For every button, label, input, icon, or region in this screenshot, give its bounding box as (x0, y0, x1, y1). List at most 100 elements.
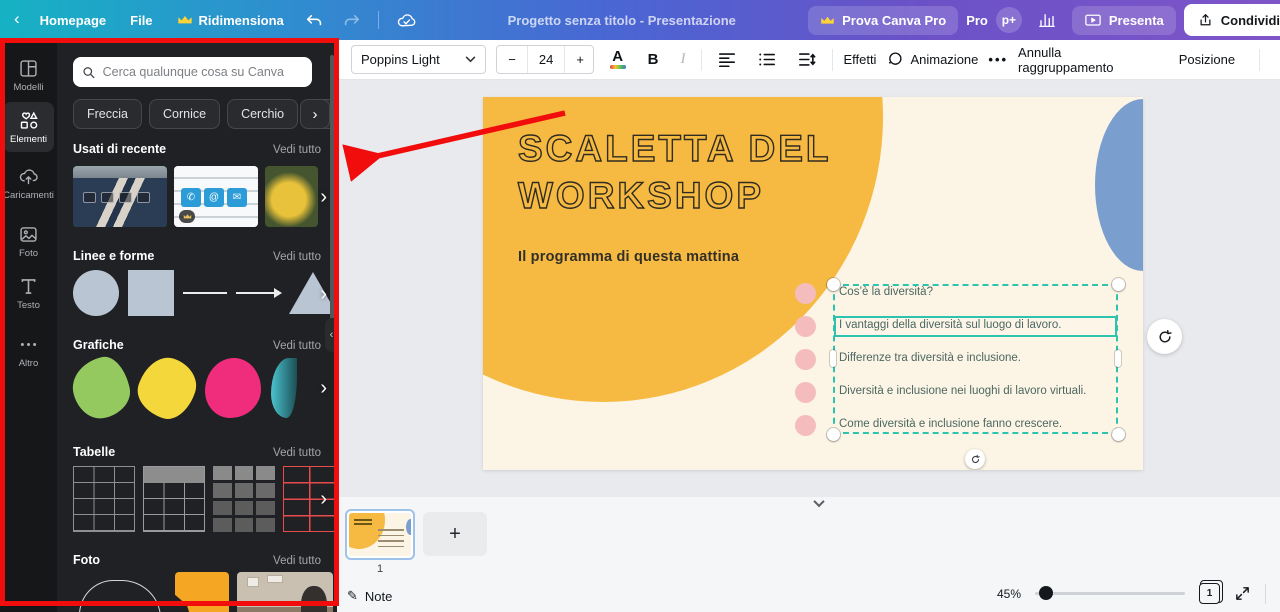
graphic-blob-green[interactable] (67, 353, 134, 423)
chips-next-button[interactable]: › (300, 99, 330, 129)
bullet-dot[interactable] (795, 415, 816, 436)
sidebar-item-altro[interactable]: Altro (3, 326, 54, 376)
font-size-decrease[interactable]: − (497, 46, 527, 73)
chip-cerchio[interactable]: Cerchio (227, 99, 298, 129)
text-color-button[interactable]: A (604, 46, 632, 73)
redo-button[interactable] (335, 6, 368, 35)
see-all-link[interactable]: Vedi tutto (273, 555, 321, 567)
table-red[interactable] (283, 466, 337, 532)
graphics-next-arrow[interactable]: › (320, 377, 327, 400)
see-all-link[interactable]: Vedi tutto (273, 144, 321, 156)
search-chips: Freccia Cornice Cerchio Pasqua (73, 99, 337, 129)
selection-handle-ne[interactable] (1112, 278, 1125, 291)
bullet-dot[interactable] (795, 316, 816, 337)
selection-handle-se[interactable] (1112, 428, 1125, 441)
rail-label: Elementi (10, 134, 47, 145)
recent-next-arrow[interactable]: › (320, 186, 327, 209)
shapes-next-arrow[interactable]: › (320, 283, 327, 306)
table-filled[interactable] (213, 466, 275, 532)
file-menu[interactable]: File (120, 7, 162, 34)
recent-thumb-person[interactable] (265, 166, 318, 227)
panel-scrollbar[interactable] (330, 55, 334, 331)
slide-title-line1: SCALETTA DEL (518, 125, 831, 172)
bullet-dot[interactable] (795, 382, 816, 403)
position-button[interactable]: Posizione (1179, 52, 1235, 67)
zoom-controls: 45% 1 (997, 583, 1266, 604)
selection-handle-e[interactable] (1115, 350, 1121, 367)
uploads-icon (18, 166, 39, 187)
sidebar-item-elementi[interactable]: Elementi (3, 102, 54, 152)
selection-handle-w[interactable] (830, 350, 836, 367)
search-box[interactable] (73, 57, 312, 87)
photo-outline-shape[interactable] (73, 572, 167, 612)
font-size-increase[interactable]: + (565, 46, 593, 73)
font-size-value[interactable]: 24 (527, 46, 565, 73)
bullet-list-button[interactable] (752, 48, 782, 71)
search-input[interactable] (103, 65, 303, 79)
text-align-button[interactable] (712, 48, 742, 71)
graphic-blob-teal[interactable] (271, 358, 297, 418)
rotate-handle[interactable] (965, 449, 985, 469)
slide-page[interactable]: SCALETTA DEL WORKSHOP Il programma di qu… (483, 97, 1143, 470)
resize-button[interactable]: Ridimensiona (167, 7, 294, 34)
font-family-select[interactable]: Poppins Light (351, 45, 486, 74)
sidebar-item-foto[interactable]: Foto (3, 216, 54, 266)
bold-button[interactable]: B (642, 47, 665, 72)
effects-button[interactable]: Effetti (843, 52, 876, 67)
avatar[interactable]: p+ (996, 7, 1022, 33)
slide-subtitle[interactable]: Il programma di questa mattina (518, 249, 739, 265)
grid-view-button[interactable]: 1 (1199, 583, 1220, 604)
fullscreen-icon[interactable] (1234, 585, 1251, 602)
back-icon[interactable]: ‹ (12, 7, 26, 33)
notes-button[interactable]: ✎ Note (347, 588, 392, 604)
sidebar-item-modelli[interactable]: Modelli (3, 50, 54, 100)
slide-title[interactable]: SCALETTA DEL WORKSHOP (518, 125, 831, 219)
page-thumbnail-1[interactable] (345, 509, 415, 560)
selection-handle-sw[interactable] (827, 428, 840, 441)
graphic-blob-pink[interactable] (205, 358, 261, 418)
bullet-dot[interactable] (795, 349, 816, 370)
zoom-slider-knob[interactable] (1039, 586, 1053, 600)
italic-button[interactable]: I (674, 47, 691, 72)
homepage-button[interactable]: Homepage (30, 7, 116, 34)
present-button[interactable]: Presenta (1072, 6, 1176, 35)
table-header[interactable] (143, 466, 205, 532)
more-options-button[interactable]: ••• (988, 52, 1008, 67)
sidebar-item-testo[interactable]: Testo (3, 268, 54, 318)
shape-line[interactable] (183, 292, 227, 294)
share-button[interactable]: Condividi (1184, 4, 1280, 36)
see-all-link[interactable]: Vedi tutto (273, 251, 321, 263)
line-spacing-button[interactable] (792, 48, 822, 71)
chip-cornice[interactable]: Cornice (149, 99, 220, 129)
photo-orange-shape[interactable] (175, 572, 229, 612)
zoom-slider[interactable] (1035, 592, 1185, 595)
graphic-blob-yellow[interactable] (131, 351, 203, 425)
filmstrip-collapse-button[interactable] (807, 497, 831, 509)
ungroup-button[interactable]: Annulla raggruppamento (1018, 45, 1155, 75)
see-all-link[interactable]: Vedi tutto (273, 340, 321, 352)
chip-freccia[interactable]: Freccia (73, 99, 142, 129)
table-plain[interactable] (73, 466, 135, 532)
insights-button[interactable] (1030, 6, 1064, 34)
recent-thumb-businessman[interactable] (73, 166, 167, 227)
shape-square[interactable] (128, 270, 174, 316)
photo-desk[interactable] (237, 572, 333, 612)
add-page-button[interactable]: + (423, 512, 487, 556)
rotate-sync-button[interactable] (1147, 319, 1182, 354)
sidebar-item-caricamenti[interactable]: Caricamenti (3, 158, 54, 208)
selection-box[interactable] (833, 284, 1118, 434)
undo-button[interactable] (298, 6, 331, 35)
recent-thumb-keyboard[interactable]: ✆@✉ (174, 166, 258, 227)
shape-circle[interactable] (73, 270, 119, 316)
tables-next-arrow[interactable]: › (320, 488, 327, 511)
bullet-dot[interactable] (795, 283, 816, 304)
selection-handle-nw[interactable] (827, 278, 840, 291)
canvas-workspace[interactable]: SCALETTA DEL WORKSHOP Il programma di qu… (337, 80, 1280, 497)
animation-button[interactable]: Animazione (886, 51, 978, 68)
panel-collapse-handle[interactable]: ‹ (325, 318, 337, 352)
try-pro-button[interactable]: Prova Canva Pro (808, 6, 958, 35)
see-all-link[interactable]: Vedi tutto (273, 447, 321, 459)
document-title[interactable]: Progetto senza titolo - Presentazione (508, 13, 736, 28)
shape-arrow[interactable] (236, 292, 280, 294)
slide-blue-blob[interactable] (1095, 99, 1143, 271)
